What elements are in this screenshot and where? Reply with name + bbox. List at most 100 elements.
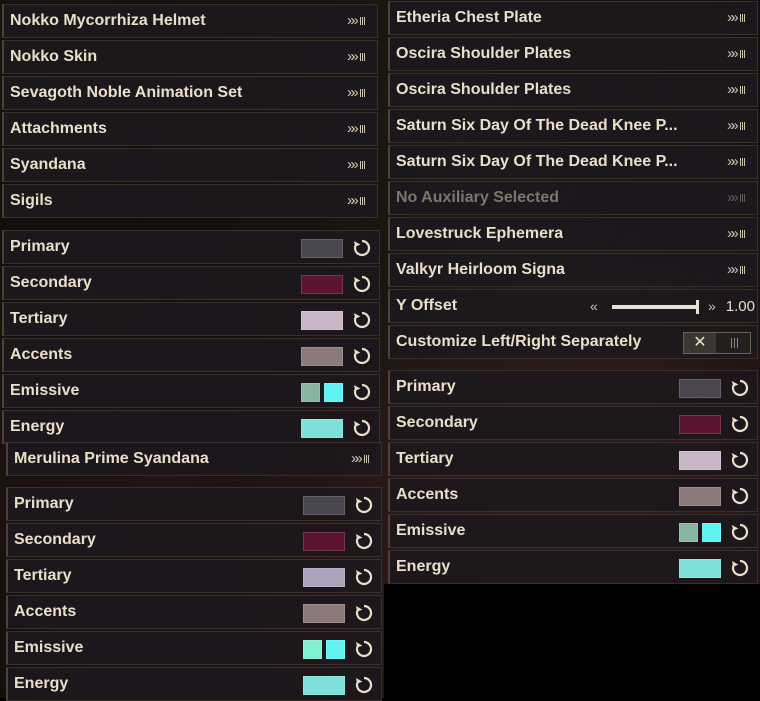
grip-icon: [359, 53, 365, 61]
color-swatch[interactable]: [324, 383, 343, 402]
increase-arrow-icon[interactable]: »: [708, 298, 716, 314]
syandana-slot-row[interactable]: Merulina Prime Syandana »»: [6, 442, 382, 476]
slot-label: Saturn Six Day Of The Dead Knee P...: [396, 117, 678, 134]
reset-icon[interactable]: [354, 531, 374, 551]
color-swatch[interactable]: [301, 311, 343, 330]
color-row-accents: Accents: [2, 338, 380, 372]
color-swatch[interactable]: [301, 275, 343, 294]
slot-label: Syandana: [10, 156, 86, 173]
color-swatch[interactable]: [303, 532, 345, 551]
color-row-energy: Energy: [388, 550, 758, 584]
color-swatch[interactable]: [301, 239, 343, 258]
slot-row[interactable]: Nokko Skin »»: [2, 40, 378, 74]
color-swatch[interactable]: [326, 640, 345, 659]
slot-label: Attachments: [10, 120, 107, 137]
slot-label: Oscira Shoulder Plates: [396, 81, 572, 98]
slot-label: Nokko Mycorrhiza Helmet: [10, 12, 206, 29]
reset-icon[interactable]: [352, 346, 372, 366]
color-row-primary: Primary: [2, 230, 380, 264]
slot-row[interactable]: Attachments »»: [2, 112, 378, 146]
slot-row[interactable]: Oscira Shoulder Plates »»: [388, 37, 758, 71]
color-row-tertiary: Tertiary: [6, 559, 382, 593]
color-swatch[interactable]: [301, 347, 343, 366]
slot-label: Sevagoth Noble Animation Set: [10, 84, 243, 101]
slot-row[interactable]: Oscira Shoulder Plates »»: [388, 73, 758, 107]
color-swatch[interactable]: [301, 419, 343, 438]
slot-row[interactable]: Etheria Chest Plate »»: [388, 1, 758, 35]
reset-icon[interactable]: [730, 414, 750, 434]
slot-row[interactable]: Saturn Six Day Of The Dead Knee P... »»: [388, 109, 758, 143]
grip-icon: [359, 89, 365, 97]
color-label: Energy: [396, 558, 451, 575]
auxiliary-slot-row: No Auxiliary Selected »»: [388, 181, 758, 215]
color-row-accents: Accents: [6, 595, 382, 629]
color-swatch[interactable]: [303, 676, 345, 695]
reset-icon[interactable]: [354, 639, 374, 659]
chevron-double-right-icon: »»: [727, 118, 749, 134]
color-swatch[interactable]: [679, 451, 721, 470]
color-swatch[interactable]: [303, 568, 345, 587]
reset-icon[interactable]: [354, 495, 374, 515]
color-swatch[interactable]: [679, 415, 721, 434]
grip-icon: [363, 455, 369, 463]
color-swatch[interactable]: [679, 523, 698, 542]
color-label: Emissive: [396, 522, 466, 539]
reset-icon[interactable]: [352, 310, 372, 330]
slot-label: Lovestruck Ephemera: [396, 225, 564, 242]
reset-icon[interactable]: [352, 238, 372, 258]
slot-label: Saturn Six Day Of The Dead Knee P...: [396, 153, 678, 170]
slot-row[interactable]: Valkyr Heirloom Signa »»: [388, 253, 758, 287]
chevron-double-right-icon: »»: [727, 190, 749, 206]
y-offset-slider[interactable]: [612, 305, 698, 309]
color-swatch[interactable]: [679, 559, 721, 578]
reset-icon[interactable]: [730, 486, 750, 506]
color-swatch[interactable]: [303, 604, 345, 623]
decrease-arrow-icon[interactable]: «: [590, 298, 598, 314]
color-label: Energy: [10, 418, 65, 435]
customize-separately-toggle[interactable]: ✕: [683, 332, 751, 354]
chevron-double-right-icon: »»: [347, 157, 369, 173]
color-swatch[interactable]: [679, 379, 721, 398]
reset-icon[interactable]: [354, 675, 374, 695]
slot-row[interactable]: Nokko Mycorrhiza Helmet »»: [2, 4, 378, 38]
reset-icon[interactable]: [352, 274, 372, 294]
color-label: Secondary: [14, 531, 96, 548]
slot-label: Oscira Shoulder Plates: [396, 45, 572, 62]
color-swatch[interactable]: [303, 496, 345, 515]
reset-icon[interactable]: [730, 450, 750, 470]
color-swatch[interactable]: [702, 523, 721, 542]
reset-icon[interactable]: [352, 382, 372, 402]
color-row-secondary: Secondary: [388, 406, 758, 440]
chevron-double-right-icon: »»: [727, 226, 749, 242]
grip-icon: [739, 50, 745, 58]
empty-area: [384, 584, 760, 698]
reset-icon[interactable]: [730, 378, 750, 398]
color-swatch[interactable]: [301, 383, 320, 402]
reset-icon[interactable]: [730, 558, 750, 578]
grip-icon: [739, 230, 745, 238]
slider-thumb[interactable]: [696, 300, 699, 314]
grip-icon: [359, 197, 365, 205]
slot-row[interactable]: Sevagoth Noble Animation Set »»: [2, 76, 378, 110]
grip-icon: [359, 161, 365, 169]
color-label: Emissive: [14, 639, 84, 656]
slot-label: No Auxiliary Selected: [396, 189, 560, 206]
reset-icon[interactable]: [352, 418, 372, 438]
customize-separately-row[interactable]: Customize Left/Right Separately ✕: [388, 325, 758, 359]
color-label: Tertiary: [10, 310, 68, 327]
slot-row[interactable]: Saturn Six Day Of The Dead Knee P... »»: [388, 145, 758, 179]
color-label: Primary: [10, 238, 70, 255]
reset-icon[interactable]: [354, 603, 374, 623]
reset-icon[interactable]: [354, 567, 374, 587]
color-label: Primary: [14, 495, 74, 512]
slot-row[interactable]: Lovestruck Ephemera »»: [388, 217, 758, 251]
color-row-accents: Accents: [388, 478, 758, 512]
reset-icon[interactable]: [730, 522, 750, 542]
color-swatch[interactable]: [679, 487, 721, 506]
color-row-emissive: Emissive: [6, 631, 382, 665]
slot-row[interactable]: Sigils »»: [2, 184, 378, 218]
slot-row[interactable]: Syandana »»: [2, 148, 378, 182]
y-offset-value: 1.00: [725, 298, 755, 315]
color-swatch[interactable]: [303, 640, 322, 659]
chevron-double-right-icon: »»: [347, 49, 369, 65]
